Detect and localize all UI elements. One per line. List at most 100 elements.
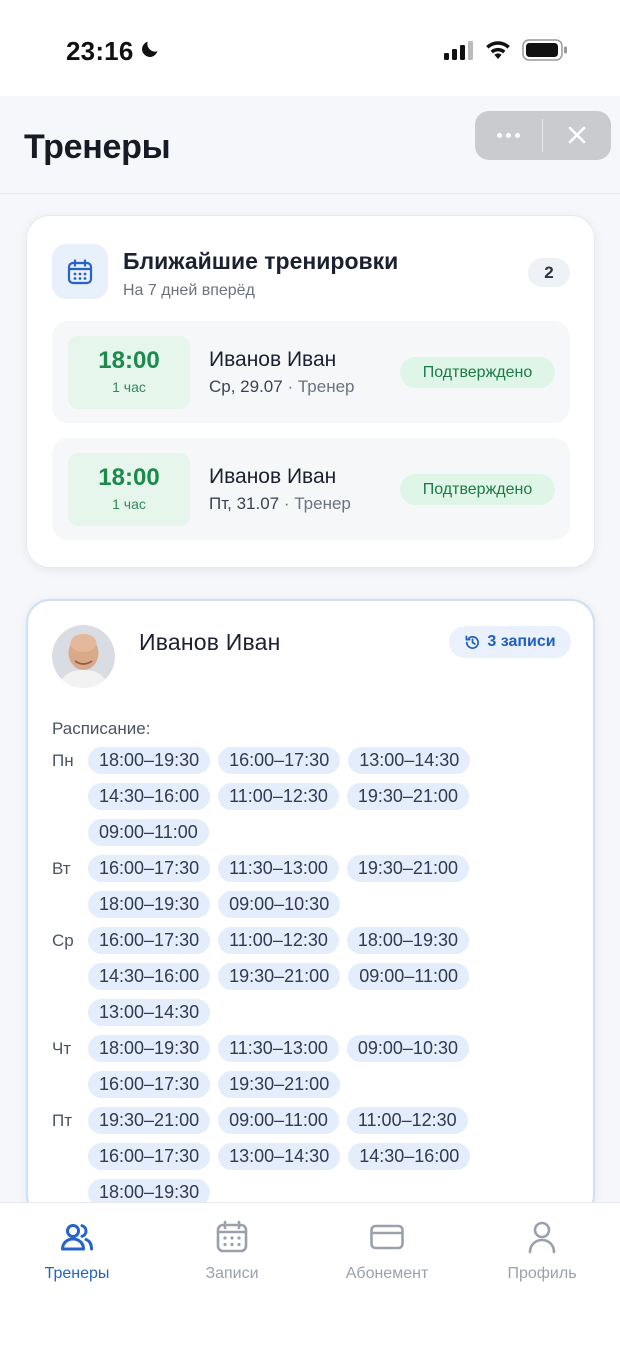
moon-icon (142, 41, 158, 57)
tab-records[interactable]: Записи (172, 1219, 292, 1283)
session-meta: Ср, 29.07 · Тренер (209, 377, 355, 397)
session-time: 18:00 (98, 464, 160, 491)
status-badge: Подтверждено (400, 357, 555, 388)
time-slot-chip[interactable]: 14:30–16:00 (348, 1143, 471, 1170)
time-slot-chip[interactable]: 11:30–13:00 (218, 855, 339, 882)
session-duration: 1 час (112, 496, 146, 512)
trainer-card[interactable]: Иванов Иван 3 записи Расписание: Пн 18:00… (26, 599, 595, 1219)
day-label: Чт (52, 1039, 72, 1058)
time-slot-chip[interactable]: 13:00–14:30 (218, 1143, 341, 1170)
time-slot-chip[interactable]: 09:00–10:30 (218, 891, 341, 918)
history-icon (465, 635, 480, 649)
trainer-name: Иванов Иван (139, 629, 281, 655)
time-slot-chip[interactable]: 16:00–17:30 (88, 855, 211, 882)
status-badge: Подтверждено (400, 474, 555, 505)
day-label: Пн (52, 751, 74, 770)
upcoming-trainings-card: Ближайшие тренировки На 7 дней вперёд 2 … (26, 215, 595, 568)
upcoming-title: Ближайшие тренировки (123, 248, 399, 274)
tab-label: Записи (205, 1265, 259, 1282)
time-slot-chip[interactable]: 19:30–21:00 (88, 1107, 211, 1134)
schedule-day-row: Вт 16:00–17:30 11:30–13:00 19:30–21:00 18:00… (52, 855, 572, 918)
time-slot-chip[interactable]: 14:30–16:00 (88, 963, 211, 990)
upcoming-count-badge: 2 (528, 258, 570, 287)
session-duration: 1 час (112, 379, 146, 395)
mini-app-capsule (475, 111, 611, 160)
time-slot-chip[interactable]: 19:30–21:00 (346, 783, 469, 810)
day-label: Вт (52, 859, 71, 878)
wifi-icon (486, 41, 510, 59)
battery-icon (522, 39, 567, 61)
upcoming-subtitle: На 7 дней вперёд (123, 282, 255, 299)
time-slots: 16:00–17:30 11:00–12:30 18:00–19:30 14:30–1… (88, 927, 508, 1026)
day-label: Пт (52, 1111, 73, 1130)
status-bar: 23:16 (0, 0, 620, 96)
tab-label: Тренеры (44, 1265, 110, 1282)
schedule-day-row: Чт 18:00–19:30 11:30–13:00 09:00–10:30 16:00… (52, 1035, 572, 1098)
calendar-icon (52, 244, 108, 299)
tab-trainers[interactable]: Тренеры (17, 1219, 137, 1283)
time-slots: 16:00–17:30 11:30–13:00 19:30–21:00 18:00–1… (88, 855, 508, 918)
time-slot-chip[interactable]: 19:30–21:00 (346, 855, 469, 882)
time-slot-chip[interactable]: 16:00–17:30 (88, 927, 211, 954)
time-slot-chip[interactable]: 09:00–11:00 (348, 963, 469, 990)
more-dots-icon (497, 133, 520, 138)
time-slot-chip[interactable]: 14:30–16:00 (88, 783, 211, 810)
time-slot-chip[interactable]: 16:00–17:30 (88, 1143, 211, 1170)
time-slots: 18:00–19:30 16:00–17:30 13:00–14:30 14:30–1… (88, 747, 508, 846)
time-slot-chip[interactable]: 18:00–19:30 (88, 747, 211, 774)
session-role: · Тренер (287, 377, 355, 396)
card-icon (370, 1224, 404, 1250)
tab-label: Профиль (507, 1265, 577, 1282)
schedule-list: Пн 18:00–19:30 16:00–17:30 13:00–14:30 14:30… (52, 747, 572, 1215)
schedule-day-row: Ср 16:00–17:30 11:00–12:30 18:00–19:30 14:30… (52, 927, 572, 1026)
day-label: Ср (52, 931, 74, 950)
time-slot-chip[interactable]: 18:00–19:30 (88, 891, 211, 918)
time-slots: 18:00–19:30 11:30–13:00 09:00–10:30 16:00–1… (88, 1035, 508, 1098)
close-button[interactable] (543, 111, 611, 160)
time-slot-chip[interactable]: 11:00–12:30 (346, 1107, 468, 1134)
avatar (52, 625, 115, 688)
signal-icon (444, 41, 473, 60)
time-slots: 19:30–21:00 09:00–11:00 11:00–12:30 16:00–1… (88, 1107, 508, 1206)
time-slot-chip[interactable]: 16:00–17:30 (218, 747, 341, 774)
time-slot-chip[interactable]: 09:00–10:30 (346, 1035, 469, 1062)
tab-profile[interactable]: Профиль (482, 1219, 602, 1283)
schedule-label: Расписание: (52, 719, 151, 738)
schedule-day-row: Пт 19:30–21:00 09:00–11:00 11:00–12:30 16:00… (52, 1107, 572, 1206)
time-slot-chip[interactable]: 19:30–21:00 (218, 963, 341, 990)
time-slot-chip[interactable]: 18:00–19:30 (346, 927, 469, 954)
tab-membership[interactable]: Абонемент (327, 1219, 447, 1283)
session-role: · Тренер (283, 494, 351, 513)
time-slot-chip[interactable]: 13:00–14:30 (88, 999, 211, 1026)
profile-icon (528, 1221, 556, 1254)
records-badge[interactable]: 3 записи (449, 626, 571, 658)
more-button[interactable] (475, 111, 542, 160)
header: Тренеры (0, 96, 620, 194)
time-slot-chip[interactable]: 09:00–11:00 (218, 1107, 339, 1134)
session-meta: Пт, 31.07 · Тренер (209, 494, 351, 514)
status-time: 23:16 (66, 36, 134, 66)
tab-bar: Тренеры Записи Абонемент Профиль (0, 1202, 620, 1348)
session-time-box: 18:00 1 час (68, 453, 190, 526)
time-slot-chip[interactable]: 16:00–17:30 (88, 1071, 211, 1098)
tab-label: Абонемент (345, 1265, 429, 1282)
close-icon (568, 126, 586, 144)
session-trainer: Иванов Иван (209, 465, 337, 488)
calendar-icon (216, 1220, 248, 1253)
time-slot-chip[interactable]: 19:30–21:00 (218, 1071, 341, 1098)
page-title: Тренеры (24, 128, 171, 166)
session-date: Ср, 29.07 (209, 377, 283, 396)
session-item[interactable]: 18:00 1 час Иванов Иван Пт, 31.07 · Трен… (52, 438, 570, 540)
time-slot-chip[interactable]: 11:00–12:30 (218, 927, 339, 954)
session-item[interactable]: 18:00 1 час Иванов Иван Ср, 29.07 · Трен… (52, 321, 570, 423)
schedule-day-row: Пн 18:00–19:30 16:00–17:30 13:00–14:30 14:30… (52, 747, 572, 846)
time-slot-chip[interactable]: 13:00–14:30 (348, 747, 471, 774)
time-slot-chip[interactable]: 09:00–11:00 (88, 819, 209, 846)
users-icon (61, 1224, 93, 1251)
time-slot-chip[interactable]: 18:00–19:30 (88, 1035, 211, 1062)
time-slot-chip[interactable]: 11:30–13:00 (218, 1035, 339, 1062)
session-time: 18:00 (98, 347, 160, 374)
time-slot-chip[interactable]: 11:00–12:30 (218, 783, 339, 810)
session-date: Пт, 31.07 (209, 494, 280, 513)
session-time-box: 18:00 1 час (68, 336, 190, 409)
